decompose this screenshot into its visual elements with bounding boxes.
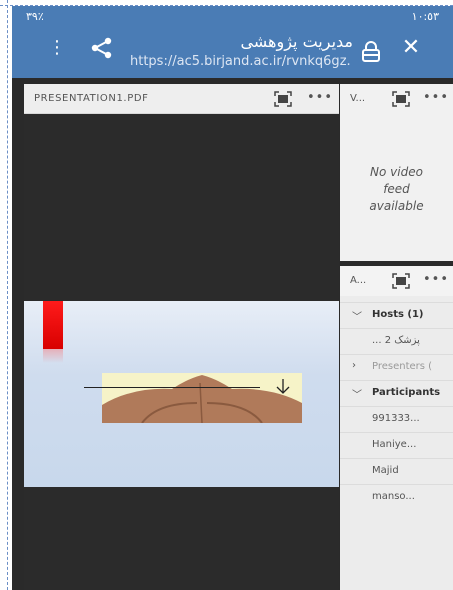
presenters-group[interactable]: › Presenters ( [340, 354, 453, 378]
attendees-toolbar: A... ••• [340, 266, 453, 296]
lock-icon[interactable] [360, 40, 382, 64]
video-pod: V... ••• No video feed available [340, 84, 453, 261]
video-more-button[interactable]: ••• [423, 90, 449, 105]
presentation-toolbar: PRESENTATION1.PDF ••• [24, 84, 339, 114]
list-item[interactable]: ... پزشک 2 [340, 328, 453, 352]
video-pod-title: V... [350, 93, 366, 104]
chevron-down-icon: ﹀ [352, 390, 362, 401]
participant-name: manso... [372, 491, 415, 502]
attendees-pod-title: A... [350, 275, 367, 286]
presentation-more-button[interactable]: ••• [307, 90, 333, 105]
fit-screen-icon[interactable] [274, 91, 292, 107]
slide-torso-image [102, 373, 302, 423]
hosts-group[interactable]: ﹀ Hosts (1) [340, 302, 453, 326]
close-icon[interactable]: ✕ [399, 36, 423, 60]
participant-name: Majid [372, 465, 399, 476]
list-item[interactable]: 991333... [340, 406, 453, 430]
no-video-line-2: feed [383, 182, 410, 196]
slide-red-reflection [43, 349, 63, 363]
participant-name: 991333... [372, 413, 420, 424]
share-icon[interactable] [88, 34, 116, 62]
fit-screen-icon[interactable] [392, 91, 410, 107]
participant-name: Haniye... [372, 439, 417, 450]
hosts-label: Hosts (1) [372, 309, 424, 320]
presentation-pod: PRESENTATION1.PDF ••• [24, 84, 339, 590]
phone-screen: ٣٩٪ ١٠:٥٣ ⋮ مدیریت پژوهشی https://ac5.bi… [12, 6, 453, 590]
chevron-down-icon: ﹀ [352, 312, 362, 323]
slide-pointer-line [84, 387, 260, 388]
presenters-label: Presenters ( [372, 361, 433, 372]
status-bar: ٣٩٪ ١٠:٥٣ [12, 6, 453, 28]
more-vert-icon[interactable]: ⋮ [48, 36, 66, 60]
app-header: ٣٩٪ ١٠:٥٣ ⋮ مدیریت پژوهشی https://ac5.bi… [12, 6, 453, 78]
status-left: ٣٩٪ [26, 10, 44, 23]
participants-group[interactable]: ﹀ Participants [340, 380, 453, 404]
page-url[interactable]: https://ac5.birjand.ac.ir/rvnkq6gz... [130, 54, 352, 69]
list-item[interactable]: Haniye... [340, 432, 453, 456]
list-item[interactable]: manso... [340, 484, 453, 508]
presentation-title: PRESENTATION1.PDF [34, 93, 149, 104]
status-clock: ١٠:٥٣ [411, 10, 439, 23]
host-name: ... پزشک 2 [372, 335, 420, 346]
slide-red-bar [43, 301, 63, 349]
no-video-line-1: No video [370, 165, 423, 179]
fit-screen-icon[interactable] [392, 273, 410, 289]
slide-content [24, 301, 339, 487]
no-video-line-3: available [369, 199, 424, 213]
chevron-right-icon: › [352, 360, 356, 371]
participants-label: Participants [372, 387, 441, 398]
attendees-pod: A... ••• ﹀ Hosts (1) ... پزشک 2 › Presen… [340, 266, 453, 590]
video-toolbar: V... ••• [340, 84, 453, 114]
page-frame-left [0, 0, 8, 590]
attendees-more-button[interactable]: ••• [423, 272, 449, 287]
list-item[interactable]: Majid [340, 458, 453, 482]
no-video-message: No video feed available [340, 164, 453, 215]
page-title: مدیریت پژوهشی [240, 32, 353, 51]
